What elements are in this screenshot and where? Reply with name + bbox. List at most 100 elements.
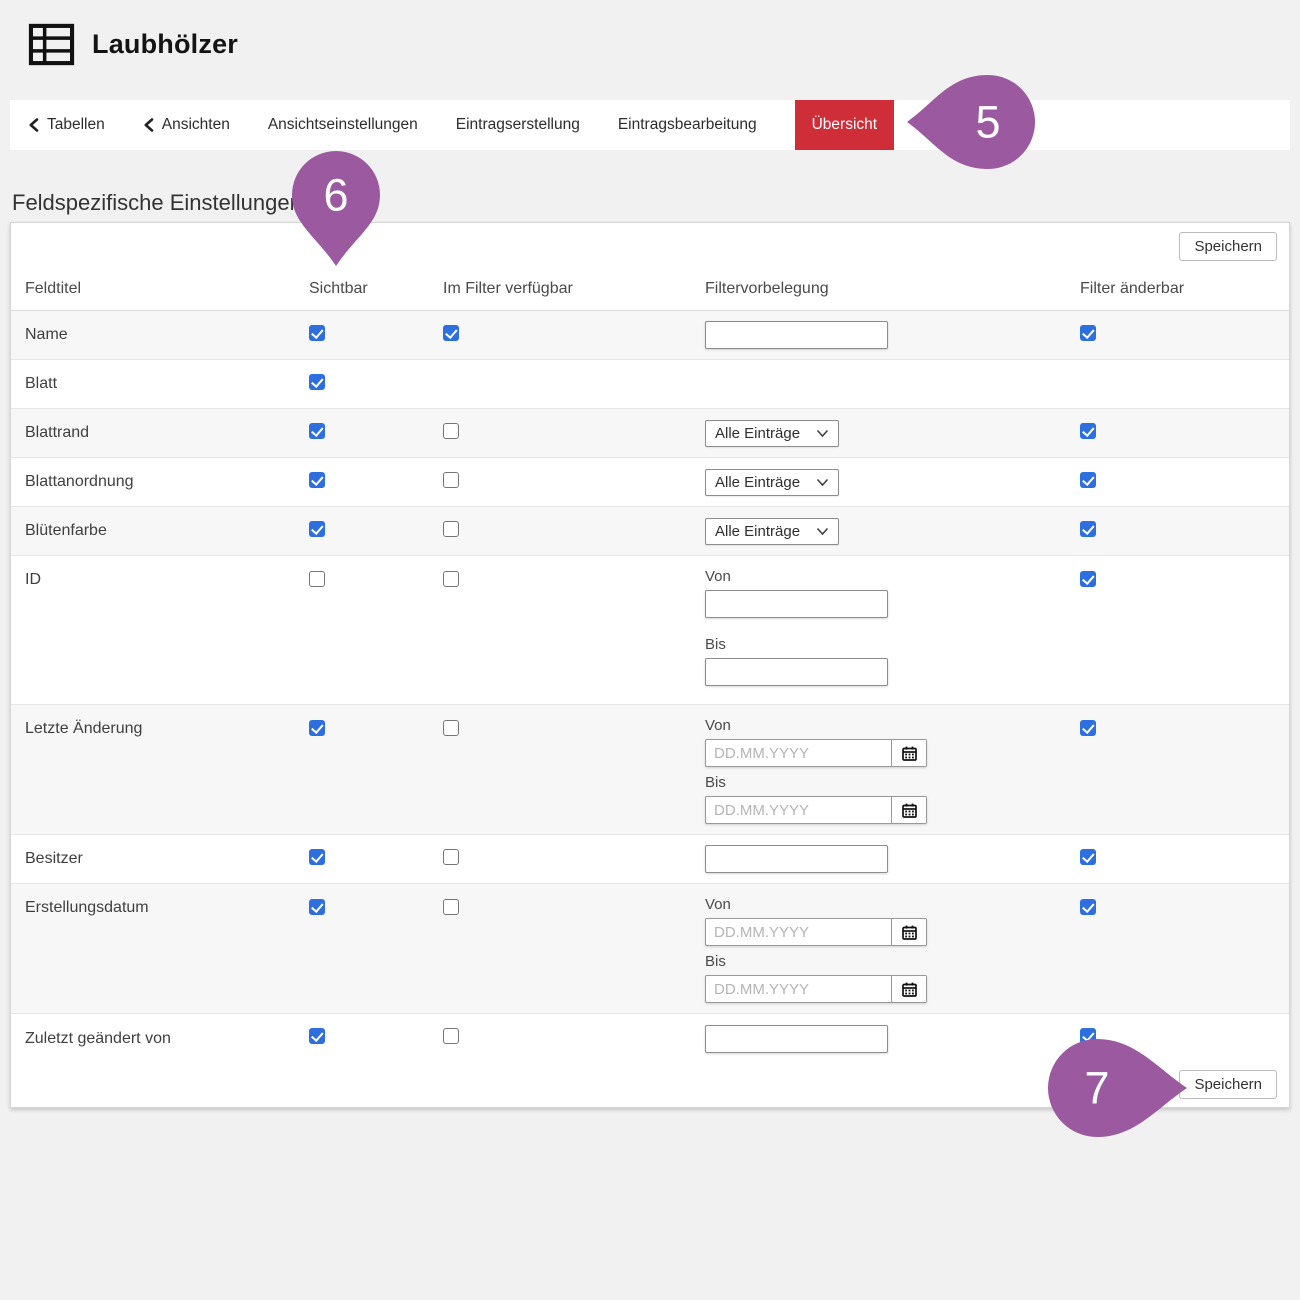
filter-aenderbar-erstellungsdatum-checkbox[interactable] xyxy=(1080,899,1096,915)
filter-preset-select-blattanordnung[interactable]: Alle Einträge xyxy=(705,469,839,496)
filter-aenderbar-letzte-änderung-checkbox[interactable] xyxy=(1080,720,1096,736)
field-title-label: Letzte Änderung xyxy=(25,720,142,737)
nav-item-label: Eintragsbearbeitung xyxy=(618,116,757,134)
save-button-top[interactable]: Speichern xyxy=(1179,232,1277,261)
field-title: Erstellungsdatum xyxy=(25,884,309,917)
nav-item-eintragsbearbeitung[interactable]: Eintragsbearbeitung xyxy=(618,100,757,150)
im-filter-letzte-änderung-checkbox[interactable] xyxy=(443,720,459,736)
nav-item-übersicht[interactable]: Übersicht xyxy=(795,100,894,150)
field-title-label: Blattanordnung xyxy=(25,473,134,490)
date-input-group-von-letzte-änderung xyxy=(705,739,927,767)
filter-aenderbar-blattrand-checkbox[interactable] xyxy=(1080,423,1096,439)
im-filter-cell xyxy=(443,472,705,493)
date-input-group-bis-erstellungsdatum xyxy=(705,975,927,1003)
filter-aenderbar-cell xyxy=(1080,423,1289,444)
filter-aenderbar-name-checkbox[interactable] xyxy=(1080,325,1096,341)
nav-item-tabellen[interactable]: Tabellen xyxy=(28,100,105,150)
back-icon xyxy=(143,118,154,132)
field-title-label: Blattrand xyxy=(25,424,89,441)
filter-aenderbar-cell xyxy=(1080,472,1289,493)
filter-aenderbar-besitzer-checkbox[interactable] xyxy=(1080,849,1096,865)
chevron-down-icon xyxy=(816,478,829,487)
sichtbar-cell xyxy=(309,556,443,592)
filter-preset-input-besitzer[interactable] xyxy=(705,845,888,873)
calendar-button-bis-erstellungsdatum[interactable] xyxy=(891,976,926,1002)
calendar-button-bis-letzte-änderung[interactable] xyxy=(891,797,926,823)
column-header-filter-änderbar: Filter änderbar xyxy=(1080,280,1289,298)
field-title: Letzte Änderung xyxy=(25,705,309,738)
range-label-bis: Bis xyxy=(705,636,1080,653)
filter-preset-input-name[interactable] xyxy=(705,321,888,349)
table-row-erstellungsdatum: ErstellungsdatumVonBis xyxy=(11,884,1289,1014)
filter-preset-input-zuletzt-geändert-von[interactable] xyxy=(705,1025,888,1053)
date-input-von-erstellungsdatum[interactable] xyxy=(706,919,891,945)
range-label-von: Von xyxy=(705,568,1080,585)
im-filter-blattrand-checkbox[interactable] xyxy=(443,423,459,439)
sichtbar-cell xyxy=(309,705,443,741)
column-header-sichtbar: Sichtbar xyxy=(309,280,443,298)
field-title: Blattrand xyxy=(25,424,309,442)
filter-aenderbar-blattanordnung-checkbox[interactable] xyxy=(1080,472,1096,488)
date-input-bis-erstellungsdatum[interactable] xyxy=(706,976,891,1002)
filter-aenderbar-blütenfarbe-checkbox[interactable] xyxy=(1080,521,1096,537)
main-nav: Tabellen Ansichten Ansichtseinstellungen Ei… xyxy=(10,100,1290,150)
date-input-von-letzte-änderung[interactable] xyxy=(706,740,891,766)
table-row-id: ID Von Bis xyxy=(11,556,1289,705)
nav-item-eintragserstellung[interactable]: Eintragserstellung xyxy=(456,100,580,150)
sichtbar-blattrand-checkbox[interactable] xyxy=(309,423,325,439)
marker-number: 6 xyxy=(323,173,348,218)
sichtbar-id-checkbox[interactable] xyxy=(309,571,325,587)
sichtbar-name-checkbox[interactable] xyxy=(309,325,325,341)
date-input-group-bis-letzte-änderung xyxy=(705,796,927,824)
filtervorbelegung-cell: Alle Einträge xyxy=(705,469,1080,496)
sichtbar-erstellungsdatum-checkbox[interactable] xyxy=(309,899,325,915)
filter-aenderbar-cell xyxy=(1080,556,1289,592)
im-filter-cell xyxy=(443,521,705,542)
field-settings-card: Speichern FeldtitelSichtbarIm Filter ver… xyxy=(10,222,1290,1108)
column-headers: FeldtitelSichtbarIm Filter verfügbarFilt… xyxy=(25,280,1289,298)
section-heading: Feldspezifische Einstellungen xyxy=(12,190,302,216)
filter-von-input-id[interactable] xyxy=(705,590,888,618)
sichtbar-zuletzt-geändert-von-checkbox[interactable] xyxy=(309,1028,325,1044)
im-filter-erstellungsdatum-checkbox[interactable] xyxy=(443,899,459,915)
filter-bis-input-id[interactable] xyxy=(705,658,888,686)
field-title-label: Name xyxy=(25,326,68,343)
im-filter-blütenfarbe-checkbox[interactable] xyxy=(443,521,459,537)
im-filter-name-checkbox[interactable] xyxy=(443,325,459,341)
sichtbar-besitzer-checkbox[interactable] xyxy=(309,849,325,865)
im-filter-blattanordnung-checkbox[interactable] xyxy=(443,472,459,488)
nav-item-ansichten[interactable]: Ansichten xyxy=(143,100,230,150)
field-title-label: Besitzer xyxy=(25,850,83,867)
range-label-von: Von xyxy=(705,717,1080,734)
calendar-button-von-erstellungsdatum[interactable] xyxy=(891,919,926,945)
filter-preset-select-blütenfarbe[interactable]: Alle Einträge xyxy=(705,518,839,545)
select-value: Alle Einträge xyxy=(715,425,800,442)
column-header-filtervorbelegung: Filtervorbelegung xyxy=(705,280,1080,298)
calendar-button-von-letzte-änderung[interactable] xyxy=(891,740,926,766)
field-title-label: Zuletzt geändert von xyxy=(25,1030,171,1047)
filter-preset-select-blattrand[interactable]: Alle Einträge xyxy=(705,420,839,447)
page-title: Laubhölzer xyxy=(92,29,238,60)
im-filter-id-checkbox[interactable] xyxy=(443,571,459,587)
sichtbar-letzte-änderung-checkbox[interactable] xyxy=(309,720,325,736)
annotation-marker-6: 6 xyxy=(291,150,381,268)
sichtbar-cell xyxy=(309,884,443,920)
sichtbar-blattanordnung-checkbox[interactable] xyxy=(309,472,325,488)
nav-item-label: Übersicht xyxy=(812,116,877,134)
filter-aenderbar-cell xyxy=(1080,849,1289,870)
calendar-icon xyxy=(902,746,917,761)
im-filter-besitzer-checkbox[interactable] xyxy=(443,849,459,865)
sichtbar-blatt-checkbox[interactable] xyxy=(309,374,325,390)
save-button-bottom[interactable]: Speichern xyxy=(1179,1070,1277,1099)
field-title: Blattanordnung xyxy=(25,473,309,491)
date-input-bis-letzte-änderung[interactable] xyxy=(706,797,891,823)
field-title: ID xyxy=(25,556,309,589)
sichtbar-blütenfarbe-checkbox[interactable] xyxy=(309,521,325,537)
im-filter-cell xyxy=(443,884,705,920)
im-filter-zuletzt-geändert-von-checkbox[interactable] xyxy=(443,1028,459,1044)
nav-item-ansichtseinstellungen[interactable]: Ansichtseinstellungen xyxy=(268,100,418,150)
filter-aenderbar-id-checkbox[interactable] xyxy=(1080,571,1096,587)
table-row-blattrand: Blattrand Alle Einträge xyxy=(11,409,1289,458)
range-label-bis: Bis xyxy=(705,774,1080,791)
calendar-icon xyxy=(902,925,917,940)
